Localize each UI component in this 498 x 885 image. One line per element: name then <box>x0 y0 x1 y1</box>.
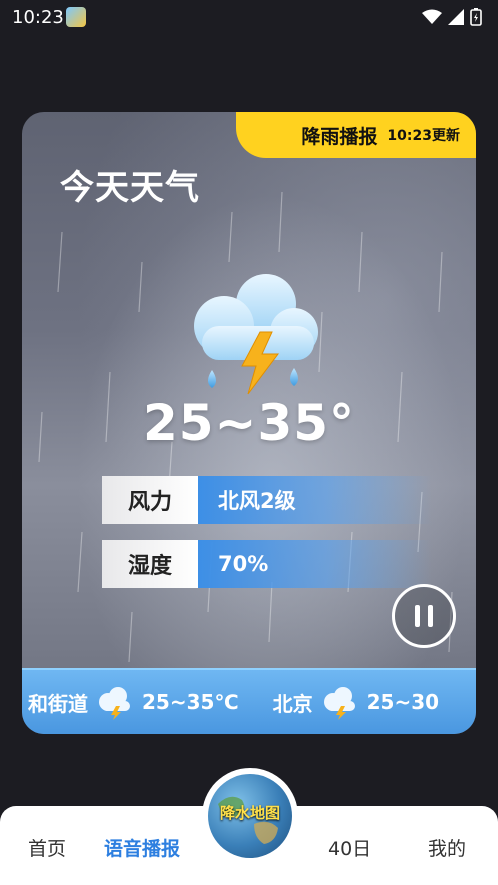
humidity-row: 湿度 70% <box>102 540 432 588</box>
update-time: 10:23更新 <box>387 128 460 144</box>
nav-mine[interactable]: 我的 <box>428 834 466 861</box>
status-bar: 10:23 <box>0 0 498 36</box>
thunder-rain-icon <box>323 687 355 720</box>
weather-card: 降雨播报 10:23更新 今天天气 25~35° 风力 北风2级 湿度 70% <box>22 112 476 734</box>
precipitation-map-button[interactable]: 降水地图 <box>202 768 298 864</box>
signal-icon <box>448 9 464 25</box>
wind-row: 风力 北风2级 <box>102 476 432 524</box>
humidity-label: 湿度 <box>102 540 198 588</box>
ticker-item: 北京 25~30 <box>273 684 439 720</box>
pause-icon-bar <box>415 605 420 627</box>
globe-icon: 降水地图 <box>208 774 292 858</box>
thunder-rain-icon <box>194 274 318 395</box>
wifi-icon <box>422 9 442 24</box>
ticker-temp: 25~30 <box>366 690 440 714</box>
nav-voice-broadcast[interactable]: 语音播报 <box>104 834 180 861</box>
humidity-value: 70% <box>198 540 432 588</box>
battery-icon <box>470 8 482 26</box>
location-ticker[interactable]: 和街道 25~35℃ 北京 25~30 <box>22 668 476 734</box>
map-button-label: 降水地图 <box>219 804 280 822</box>
temperature-range: 25~35° <box>142 394 356 452</box>
nav-home[interactable]: 首页 <box>28 834 66 861</box>
wind-label: 风力 <box>102 476 198 524</box>
wind-value: 北风2级 <box>198 476 432 524</box>
nav-40-day[interactable]: 40日 <box>328 834 371 861</box>
app-notification-icon <box>66 7 86 27</box>
badge-title: 降雨播报 <box>301 125 378 148</box>
ticker-item: 和街道 25~35℃ <box>28 684 239 720</box>
ticker-temp: 25~35℃ <box>142 690 239 714</box>
rain-broadcast-badge: 降雨播报 10:23更新 <box>236 112 476 158</box>
pause-icon-bar <box>428 605 433 627</box>
ticker-place: 和街道 <box>28 691 88 716</box>
today-weather-title: 今天天气 <box>60 168 200 208</box>
pause-button[interactable] <box>392 584 456 648</box>
thunder-rain-icon <box>99 687 130 720</box>
ticker-place: 北京 <box>272 691 313 716</box>
status-icons <box>422 8 482 26</box>
status-time: 10:23 <box>12 7 64 28</box>
